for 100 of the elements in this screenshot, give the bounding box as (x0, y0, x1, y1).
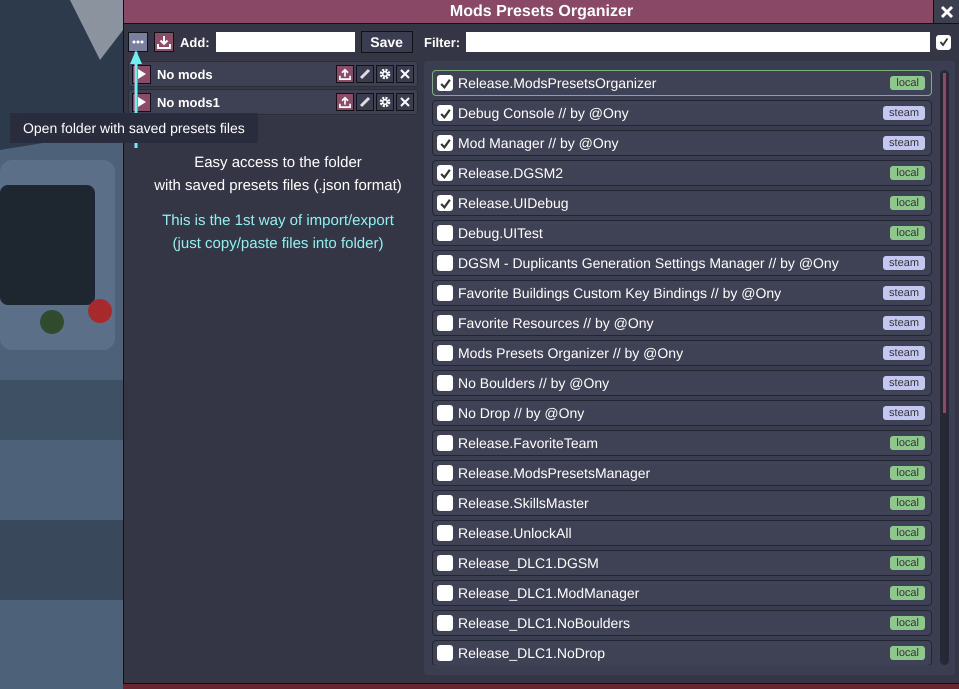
mod-name: DGSM - Duplicants Generation Settings Manager // by @Ony (458, 255, 840, 271)
play-icon (138, 69, 146, 79)
preset-row[interactable]: No mods (128, 61, 418, 87)
add-label: Add: (180, 34, 210, 50)
mod-row[interactable]: Release_DLC1.NoBoulders local (432, 610, 932, 636)
checkbox[interactable] (437, 165, 453, 181)
source-tag: local (890, 526, 925, 540)
preset-row[interactable]: No mods1 (128, 89, 418, 115)
close-icon (400, 97, 410, 107)
checkbox[interactable] (437, 225, 453, 241)
preset-name: No mods (157, 66, 214, 82)
settings-icon (379, 96, 391, 108)
filter-field[interactable] (466, 32, 930, 52)
play-icon (138, 97, 146, 107)
mod-row[interactable]: Release_DLC1.ModManager local (432, 580, 932, 606)
mod-row[interactable]: No Drop // by @Ony steam (432, 400, 932, 426)
checkbox[interactable] (437, 525, 453, 541)
more-icon (132, 40, 144, 44)
mod-row[interactable]: Mods Presets Organizer // by @Ony steam (432, 340, 932, 366)
mod-row[interactable]: Debug Console // by @Ony steam (432, 100, 932, 126)
checkbox[interactable] (437, 645, 453, 661)
mod-name: Favorite Buildings Custom Key Bindings // by @Ony (458, 285, 782, 301)
mod-name: Release.ModsPresetsManager (458, 465, 652, 481)
mod-row[interactable]: Release.ModsPresetsOrganizer local (432, 70, 932, 96)
source-tag: steam (883, 106, 925, 120)
source-tag: local (890, 76, 925, 90)
checkbox[interactable] (437, 435, 453, 451)
settings-button[interactable] (376, 65, 394, 83)
mod-row[interactable]: Release.UnlockAll local (432, 520, 932, 546)
open-folder-button[interactable] (128, 32, 148, 52)
mod-name: Release.SkillsMaster (458, 495, 590, 511)
checkbox[interactable] (437, 285, 453, 301)
source-tag: local (890, 466, 925, 480)
mod-row[interactable]: Release_DLC1.DGSM local (432, 550, 932, 576)
mod-row[interactable]: Release_DLC1.NoDrop local (432, 640, 932, 665)
rename-button[interactable] (356, 65, 374, 83)
delete-button[interactable] (396, 65, 414, 83)
import-button[interactable] (154, 32, 174, 52)
source-tag: steam (883, 406, 925, 420)
mod-name: Release.DGSM2 (458, 165, 564, 181)
checkbox[interactable] (437, 315, 453, 331)
source-tag: local (890, 226, 925, 240)
close-button[interactable] (933, 0, 959, 23)
mod-name: No Boulders // by @Ony (458, 375, 610, 391)
annotation-text: This is the 1st way of import/export (162, 211, 394, 231)
checkbox[interactable] (437, 75, 453, 91)
mod-row[interactable]: DGSM - Duplicants Generation Settings Manager // by @Ony steam (432, 250, 932, 276)
settings-button[interactable] (376, 93, 394, 111)
close-icon (940, 4, 954, 18)
settings-icon (379, 68, 391, 80)
mod-row[interactable]: No Boulders // by @Ony steam (432, 370, 932, 396)
checkbox[interactable] (437, 405, 453, 421)
mod-row[interactable]: Release.FavoriteTeam local (432, 430, 932, 456)
checkbox[interactable] (437, 135, 453, 151)
checkbox[interactable] (437, 345, 453, 361)
checkbox[interactable] (437, 105, 453, 121)
checkbox[interactable] (437, 465, 453, 481)
scrollbar[interactable] (940, 70, 949, 665)
upload-icon (339, 68, 351, 80)
mod-row[interactable]: Favorite Resources // by @Ony steam (432, 310, 932, 336)
mod-row[interactable]: Mod Manager // by @Ony steam (432, 130, 932, 156)
mod-row[interactable]: Favorite Buildings Custom Key Bindings // by @Ony steam (432, 280, 932, 306)
source-tag: steam (883, 136, 925, 150)
mod-row[interactable]: Release.DGSM2 local (432, 160, 932, 186)
mod-name: Release_DLC1.DGSM (458, 555, 600, 571)
mod-row[interactable]: Release.SkillsMaster local (432, 490, 932, 516)
upload-icon (339, 96, 351, 108)
source-tag: local (890, 616, 925, 630)
mod-name: Release.ModsPresetsOrganizer (458, 75, 658, 91)
export-button[interactable] (336, 65, 354, 83)
source-tag: local (890, 556, 925, 570)
source-tag: steam (883, 316, 925, 330)
checkbox[interactable] (437, 375, 453, 391)
annotation-text: (just copy/paste files into folder) (172, 234, 384, 254)
mod-name: No Drop // by @Ony (458, 405, 586, 421)
mod-row[interactable]: Release.UIDebug local (432, 190, 932, 216)
close-icon (400, 69, 410, 79)
delete-button[interactable] (396, 93, 414, 111)
source-tag: local (890, 436, 925, 450)
checkbox[interactable] (437, 555, 453, 571)
rename-button[interactable] (356, 93, 374, 111)
checkbox[interactable] (437, 195, 453, 211)
preset-name-field[interactable] (216, 32, 355, 52)
pencil-icon (359, 96, 371, 108)
checkbox[interactable] (437, 255, 453, 271)
mod-name: Release_DLC1.NoDrop (458, 645, 606, 661)
source-tag: local (890, 166, 925, 180)
window-title: Mods Presets Organizer (448, 2, 634, 20)
export-button[interactable] (336, 93, 354, 111)
mod-name: Release.UIDebug (458, 195, 570, 211)
mod-name: Debug.UITest (458, 225, 544, 241)
checkbox[interactable] (437, 585, 453, 601)
checkbox[interactable] (936, 34, 951, 50)
mod-name: Release_DLC1.NoBoulders (458, 615, 631, 631)
mod-row[interactable]: Debug.UITest local (432, 220, 932, 246)
save-button[interactable]: Save (360, 31, 413, 53)
checkbox[interactable] (437, 615, 453, 631)
mod-row[interactable]: Release.ModsPresetsManager local (432, 460, 932, 486)
mod-name: Mods Presets Organizer // by @Ony (458, 345, 684, 361)
checkbox[interactable] (437, 495, 453, 511)
